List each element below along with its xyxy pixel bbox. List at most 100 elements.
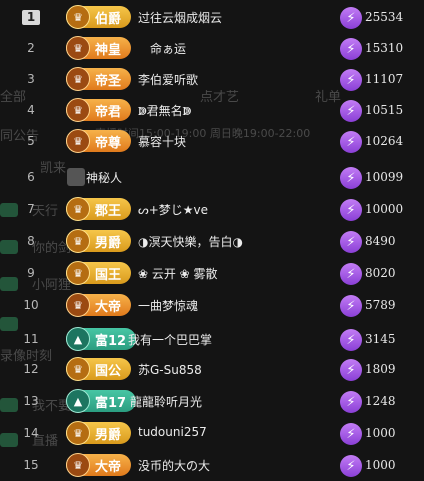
- user-name[interactable]: 我有一个巴巴掌: [128, 331, 212, 348]
- crown-icon: ♛: [66, 197, 90, 221]
- lightning-gift-icon: ⚡: [340, 199, 362, 221]
- noble-badge: ♛ 神皇: [66, 36, 132, 60]
- user-name[interactable]: ◑溟天快樂，告白◑: [138, 233, 243, 250]
- rank-number: 7: [27, 202, 35, 216]
- rank-number: 13: [23, 394, 39, 408]
- rank-number: 10: [23, 298, 39, 312]
- leaderboard-row[interactable]: 12 ♛ 国公 苏G-Su858 ⚡ 1809: [0, 354, 424, 385]
- noble-badge-label: 帝君: [95, 104, 122, 120]
- lightning-gift-icon: ⚡: [340, 131, 362, 153]
- user-name[interactable]: 命ぁ运: [150, 40, 186, 57]
- lightning-gift-icon: ⚡: [340, 69, 362, 91]
- lightning-gift-icon: ⚡: [340, 359, 362, 381]
- triangle-icon: ▲: [66, 327, 90, 351]
- user-name[interactable]: 李伯爱听歌: [138, 71, 198, 88]
- rank-number: 6: [27, 170, 35, 184]
- noble-badge: ♛ 大帝: [66, 293, 132, 317]
- user-name[interactable]: 没币的大の大: [138, 457, 210, 474]
- crown-icon: ♛: [66, 293, 90, 317]
- contribution-value: 5789: [365, 298, 396, 312]
- noble-badge-label: 大帝: [95, 299, 122, 315]
- leaderboard-row[interactable]: 2 ♛ 神皇 命ぁ运 ⚡ 15310: [0, 33, 424, 64]
- lightning-gift-icon: ⚡: [340, 455, 362, 477]
- noble-badge: ♛ 大帝: [66, 453, 132, 477]
- noble-badge: ♛ 帝君: [66, 98, 132, 122]
- user-name[interactable]: 慕容十块: [138, 133, 186, 150]
- leaderboard-row[interactable]: 6 神秘人 ⚡ 10099: [0, 162, 424, 193]
- noble-badge: ♛ 伯爵: [66, 5, 132, 29]
- noble-badge: ♛ 国王: [66, 261, 132, 285]
- user-name[interactable]: 苏G-Su858: [138, 361, 202, 378]
- noble-badge: ♛ 帝尊: [66, 129, 132, 153]
- crown-icon: ♛: [66, 5, 90, 29]
- lightning-gift-icon: ⚡: [340, 391, 362, 413]
- wealth-badge: ▲ 富17: [66, 389, 137, 413]
- contribution-value: 25534: [365, 10, 404, 24]
- noble-badge-label: 国公: [95, 363, 122, 379]
- crown-icon: ♛: [66, 229, 90, 253]
- contribution-value: 10099: [365, 170, 404, 184]
- noble-badge: ♛ 男爵: [66, 421, 132, 445]
- contribution-value: 10264: [365, 134, 404, 148]
- contribution-value: 10000: [365, 202, 404, 216]
- user-name[interactable]: ↇ君無名ↇ: [138, 102, 191, 119]
- contribution-value: 8020: [365, 266, 396, 280]
- user-name[interactable]: 龍龍聆听月光: [130, 393, 202, 410]
- user-name[interactable]: ᔕ+梦じ★ve: [138, 201, 208, 218]
- noble-badge-label: 大帝: [95, 459, 122, 475]
- contribution-value: 1248: [365, 394, 396, 408]
- leaderboard-row[interactable]: 14 ♛ 男爵 tudouni257 ⚡ 1000: [0, 418, 424, 449]
- wealth-badge-label: 富17: [95, 395, 127, 411]
- crown-icon: ♛: [66, 67, 90, 91]
- user-name[interactable]: 过往云烟成烟云: [138, 9, 222, 26]
- contribution-value: 10515: [365, 103, 404, 117]
- rank-number: 2: [27, 41, 35, 55]
- leaderboard-row[interactable]: 15 ♛ 大帝 没币的大の大 ⚡ 1000: [0, 450, 424, 481]
- contribution-value: 11107: [365, 72, 404, 86]
- crown-icon: ♛: [66, 357, 90, 381]
- rank-number: 5: [27, 134, 35, 148]
- user-name[interactable]: tudouni257: [138, 425, 207, 439]
- leaderboard-row[interactable]: 11 ▲ 富12 我有一个巴巴掌 ⚡ 3145: [0, 324, 424, 355]
- noble-badge-label: 帝尊: [95, 135, 122, 151]
- noble-badge-label: 伯爵: [95, 11, 122, 27]
- user-name[interactable]: 一曲梦惊魂: [138, 297, 198, 314]
- crown-icon: ♛: [66, 98, 90, 122]
- rank-number: 9: [27, 266, 35, 280]
- leaderboard-row[interactable]: 10 ♛ 大帝 一曲梦惊魂 ⚡ 5789: [0, 290, 424, 321]
- leaderboard-row[interactable]: 4 ♛ 帝君 ↇ君無名ↇ ⚡ 10515: [0, 95, 424, 126]
- contribution-value: 1809: [365, 362, 396, 376]
- contribution-value: 1000: [365, 426, 396, 440]
- noble-badge-label: 国王: [95, 267, 122, 283]
- noble-badge: ♛ 帝圣: [66, 67, 132, 91]
- leaderboard-row[interactable]: 7 ♛ 郡王 ᔕ+梦じ★ve ⚡ 10000: [0, 194, 424, 225]
- noble-badge-label: 帝圣: [95, 73, 122, 89]
- noble-badge-label: 神皇: [95, 42, 122, 58]
- contribution-value: 15310: [365, 41, 404, 55]
- leaderboard-row[interactable]: 13 ▲ 富17 龍龍聆听月光 ⚡ 1248: [0, 386, 424, 417]
- lightning-gift-icon: ⚡: [340, 167, 362, 189]
- lightning-gift-icon: ⚡: [340, 38, 362, 60]
- rank-number: 11: [23, 332, 39, 346]
- leaderboard-row[interactable]: 9 ♛ 国王 ❀ 云开 ❀ 雾散 ⚡ 8020: [0, 258, 424, 289]
- noble-badge-label: 男爵: [95, 427, 122, 443]
- leaderboard-row[interactable]: 5 ♛ 帝尊 慕容十块 ⚡ 10264: [0, 126, 424, 157]
- contribution-leaderboard: 1 ♛ 伯爵 过往云烟成烟云 ⚡ 25534 2 ♛ 神皇 命ぁ运 ⚡ 15 3 10 …: [0, 0, 424, 477]
- user-name[interactable]: 神秘人: [86, 169, 122, 186]
- leaderboard-row[interactable]: 8 ♛ 男爵 ◑溟天快樂，告白◑ ⚡ 8490: [0, 226, 424, 257]
- leaderboard-row[interactable]: 1 ♛ 伯爵 过往云烟成烟云 ⚡ 25534: [0, 2, 424, 33]
- crown-icon: ♛: [66, 129, 90, 153]
- contribution-value: 3145: [365, 332, 396, 346]
- lightning-gift-icon: ⚡: [340, 231, 362, 253]
- crown-icon: ♛: [66, 36, 90, 60]
- contribution-value: 8490: [365, 234, 396, 248]
- noble-badge: ♛ 男爵: [66, 229, 132, 253]
- rank-number: 1: [22, 10, 40, 25]
- rank-number: 8: [27, 234, 35, 248]
- lightning-gift-icon: ⚡: [340, 329, 362, 351]
- rank-number: 3: [27, 72, 35, 86]
- user-name[interactable]: ❀ 云开 ❀ 雾散: [138, 265, 218, 282]
- lightning-gift-icon: ⚡: [340, 263, 362, 285]
- leaderboard-row[interactable]: 3 ♛ 帝圣 李伯爱听歌 ⚡ 11107: [0, 64, 424, 95]
- avatar: [67, 168, 85, 186]
